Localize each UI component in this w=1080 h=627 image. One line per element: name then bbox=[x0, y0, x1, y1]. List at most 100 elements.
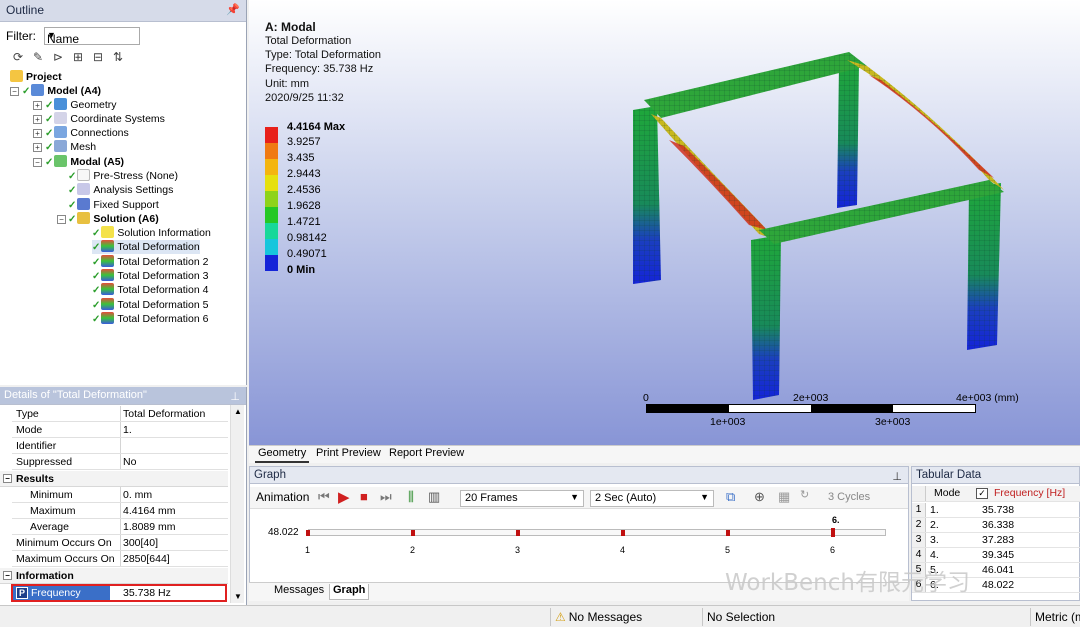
tree-item-pre-stress[interactable]: ✓ Pre-Stress (None) bbox=[68, 169, 178, 183]
filter-select[interactable]: Name ▼ bbox=[44, 27, 140, 46]
detail-row-average[interactable]: Average 1.8089 mm bbox=[12, 519, 228, 535]
result-sets-icon[interactable]: ▥ bbox=[428, 489, 440, 505]
zoom-icon[interactable]: ⊕ bbox=[754, 489, 765, 505]
graphics-viewport[interactable]: A: Modal Total Deformation Type: Total D… bbox=[249, 0, 1080, 445]
frames-select[interactable]: 20 Frames ▼ bbox=[460, 490, 584, 507]
frame-tick-label: 2 bbox=[410, 545, 416, 555]
detail-row-suppressed[interactable]: Suppressed No bbox=[12, 454, 228, 470]
tree-item-connections[interactable]: ✓ Connections bbox=[45, 126, 129, 140]
status-messages[interactable]: ⚠ No Messages bbox=[550, 608, 702, 626]
table-row[interactable]: 3 3. 37.283 bbox=[912, 533, 1080, 548]
frame-marker[interactable] bbox=[831, 528, 835, 537]
viewport-result-name: Total Deformation bbox=[265, 35, 352, 47]
tree-item-modal[interactable]: ✓ Modal (A5) bbox=[45, 155, 124, 169]
tab-geometry[interactable]: Geometry bbox=[255, 447, 310, 463]
cycles-label: 3 Cycles bbox=[828, 491, 871, 503]
tree-item-total-deformation-6[interactable]: ✓ Total Deformation 6 bbox=[92, 312, 208, 326]
tree-item-total-deformation-3[interactable]: ✓ Total Deformation 3 bbox=[92, 269, 208, 283]
details-group-information[interactable]: − Information bbox=[0, 568, 228, 584]
collapse-toggle[interactable]: − bbox=[10, 87, 19, 96]
tree-item-fixed-support[interactable]: ✓ Fixed Support bbox=[68, 198, 159, 212]
connections-icon bbox=[54, 126, 68, 138]
duration-select[interactable]: 2 Sec (Auto) ▼ bbox=[590, 490, 714, 507]
distributed-frames-icon[interactable]: ⫼ bbox=[408, 489, 414, 505]
play-icon[interactable]: ▶ bbox=[338, 488, 350, 506]
refresh-icon[interactable]: ⟳ bbox=[10, 49, 26, 65]
frame-tick-label: 6 bbox=[830, 545, 836, 555]
collapse-icon[interactable]: − bbox=[3, 474, 12, 483]
checkbox-icon[interactable]: ✓ bbox=[976, 488, 988, 499]
stop-icon[interactable]: ■ bbox=[360, 489, 368, 504]
viewport-unit: Unit: mm bbox=[265, 78, 309, 90]
tree-item-total-deformation-4[interactable]: ✓ Total Deformation 4 bbox=[92, 283, 208, 297]
step-forward-icon[interactable]: ⏭ bbox=[380, 489, 392, 505]
expand-toggle[interactable]: + bbox=[33, 115, 42, 124]
tree-item-solution-information[interactable]: ✓ Solution Information bbox=[92, 226, 211, 240]
parameter-badge-icon[interactable]: P bbox=[16, 587, 29, 599]
collapse-all-icon[interactable]: ⊟ bbox=[90, 49, 106, 65]
sort-icon[interactable]: ⇅ bbox=[110, 49, 126, 65]
export-video-icon[interactable]: ⧉ bbox=[726, 489, 735, 505]
tree-item-model[interactable]: ✓ Model (A4) bbox=[22, 84, 101, 98]
detail-row-type[interactable]: Type Total Deformation bbox=[12, 406, 228, 422]
step-back-icon[interactable]: ⏮ bbox=[318, 489, 330, 505]
detail-row-minimum[interactable]: Minimum 0. mm bbox=[12, 487, 228, 503]
cycles-icon[interactable]: ▦ bbox=[778, 489, 790, 505]
pin-icon[interactable]: ⊥ bbox=[892, 470, 902, 483]
result-icon bbox=[101, 283, 115, 295]
tree-item-total-deformation-5[interactable]: ✓ Total Deformation 5 bbox=[92, 298, 208, 312]
table-row[interactable]: 2 2. 36.338 bbox=[912, 518, 1080, 533]
tab-print-preview[interactable]: Print Preview bbox=[313, 447, 384, 463]
expand-all-icon[interactable]: ⊞ bbox=[70, 49, 86, 65]
pin-icon[interactable]: 📌 bbox=[226, 3, 240, 16]
frame-marker[interactable] bbox=[516, 530, 520, 536]
frame-marker[interactable] bbox=[621, 530, 625, 536]
tree-item-mesh[interactable]: ✓ Mesh bbox=[45, 140, 96, 154]
tab-messages[interactable]: Messages bbox=[271, 584, 327, 600]
frequency-track[interactable] bbox=[308, 529, 886, 536]
tree-filter-icon[interactable]: ⊳ bbox=[50, 49, 66, 65]
tree-item-analysis-settings[interactable]: ✓ Analysis Settings bbox=[68, 183, 173, 197]
details-title: Details of "Total Deformation" ⊥ bbox=[0, 387, 246, 405]
tree-item-project[interactable]: Project bbox=[10, 70, 62, 84]
detail-row-maximum[interactable]: Maximum 4.4164 mm bbox=[12, 503, 228, 519]
detail-row-mode[interactable]: Mode 1. bbox=[12, 422, 228, 438]
tree-item-total-deformation-2[interactable]: ✓ Total Deformation 2 bbox=[92, 255, 208, 269]
detail-row-min-occurs[interactable]: Minimum Occurs On 300[40] bbox=[12, 535, 228, 551]
table-header: Mode ✓ Frequency [Hz] bbox=[912, 486, 1080, 502]
legend-label: 2.4536 bbox=[287, 184, 321, 196]
tree-item-total-deformation[interactable]: ✓ Total Deformation bbox=[92, 240, 200, 254]
expand-toggle[interactable]: + bbox=[33, 129, 42, 138]
tree-item-solution[interactable]: ✓ Solution (A6) bbox=[68, 212, 159, 226]
frame-tick-label: 4 bbox=[620, 545, 626, 555]
collapse-icon[interactable]: − bbox=[3, 571, 12, 580]
collapse-toggle[interactable]: − bbox=[57, 215, 66, 224]
table-row[interactable]: 1 1. 35.738 bbox=[912, 503, 1080, 518]
column-header-frequency[interactable]: Frequency [Hz] bbox=[994, 487, 1065, 499]
details-group-results[interactable]: − Results bbox=[0, 471, 228, 487]
update-icon[interactable]: ✎ bbox=[30, 49, 46, 65]
tab-graph[interactable]: Graph bbox=[329, 584, 370, 600]
frame-tick-label: 5 bbox=[725, 545, 731, 555]
expand-toggle[interactable]: + bbox=[33, 101, 42, 110]
frame-marker[interactable] bbox=[411, 530, 415, 536]
frame-marker[interactable] bbox=[726, 530, 730, 536]
frame-marker[interactable] bbox=[306, 530, 310, 536]
tree-item-coordinate-systems[interactable]: ✓ Coordinate Systems bbox=[45, 112, 165, 126]
status-units[interactable]: Metric (m bbox=[1030, 608, 1080, 626]
column-header-mode[interactable]: Mode bbox=[934, 487, 960, 499]
detail-row-frequency[interactable]: P Frequency 35.738 Hz bbox=[11, 584, 227, 602]
details-scrollbar[interactable]: ▲ ▼ bbox=[230, 405, 244, 603]
pin-icon[interactable]: ⊥ bbox=[230, 390, 240, 403]
collapse-toggle[interactable]: − bbox=[33, 158, 42, 167]
refresh-icon[interactable]: ↻ bbox=[800, 488, 809, 501]
outline-panel: Outline 📌 Filter: Name ▼ ⟳ ✎ ⊳ ⊞ ⊟ ⇅ Project − … bbox=[0, 0, 247, 385]
tree-item-geometry[interactable]: ✓ Geometry bbox=[45, 98, 117, 112]
table-row[interactable]: 4 4. 39.345 bbox=[912, 548, 1080, 563]
tab-report-preview[interactable]: Report Preview bbox=[386, 447, 467, 463]
result-icon bbox=[101, 269, 115, 281]
result-icon bbox=[101, 255, 115, 267]
detail-row-max-occurs[interactable]: Maximum Occurs On 2850[644] bbox=[12, 551, 228, 567]
expand-toggle[interactable]: + bbox=[33, 143, 42, 152]
detail-row-identifier[interactable]: Identifier bbox=[12, 438, 228, 454]
